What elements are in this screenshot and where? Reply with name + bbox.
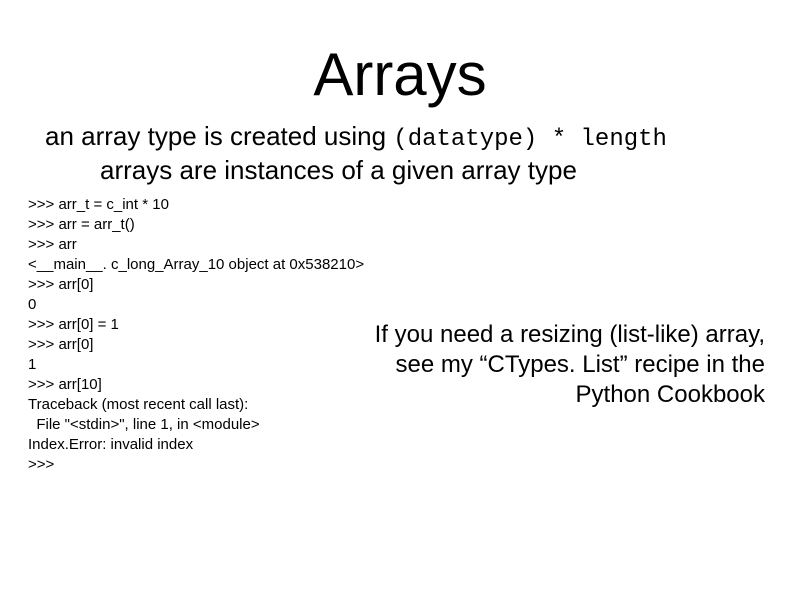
subtitle-1-text: an array type is created using [45, 121, 393, 151]
code-block: >>> arr_t = c_int * 10 >>> arr = arr_t()… [28, 195, 364, 475]
note-line-2: see my “CTypes. List” recipe in the Pyth… [345, 350, 765, 410]
subtitle-line-2: arrays are instances of a given array ty… [100, 155, 577, 186]
subtitle-line-1: an array type is created using (datatype… [45, 120, 667, 156]
slide: Arrays an array type is created using (d… [0, 0, 800, 600]
slide-title: Arrays [0, 40, 800, 109]
note-line-1: If you need a resizing (list-like) array… [345, 320, 765, 350]
subtitle-1-code: (datatype) * length [393, 126, 667, 153]
side-note: If you need a resizing (list-like) array… [345, 320, 765, 410]
